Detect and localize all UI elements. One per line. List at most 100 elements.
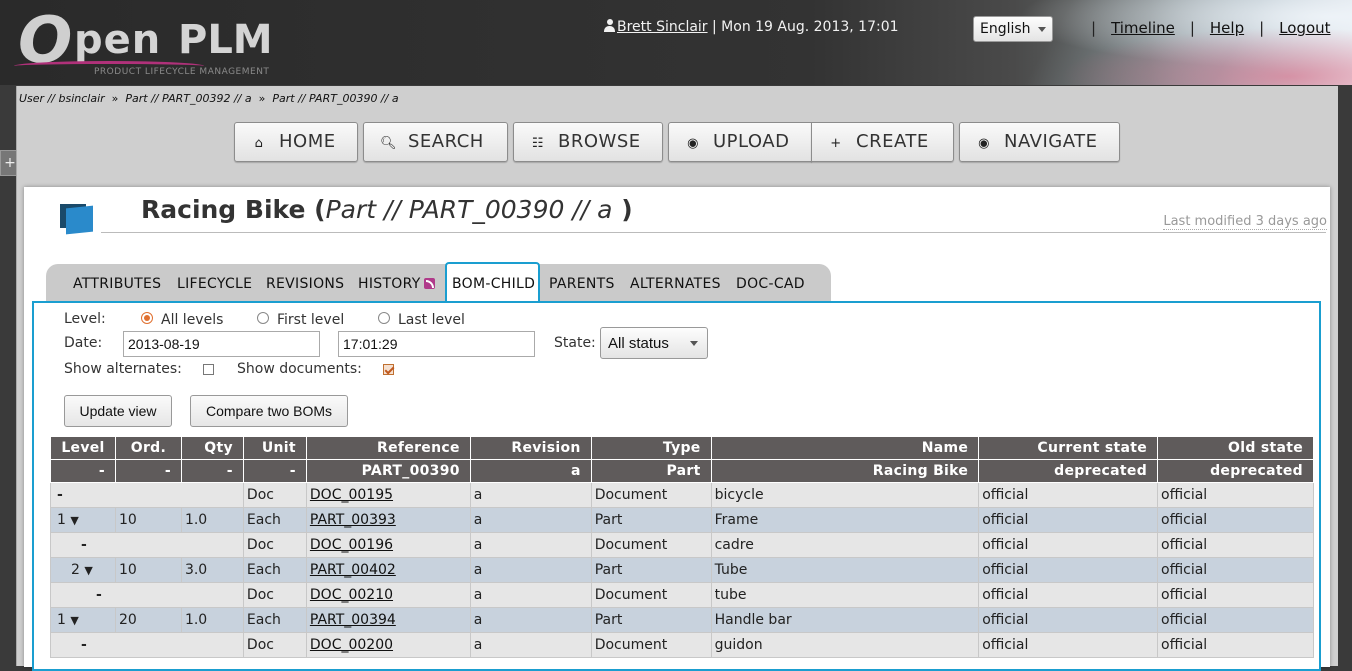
reference-link[interactable]: PART_00394 bbox=[310, 612, 396, 628]
current-cell: official bbox=[978, 482, 1159, 508]
name-cell: Tube bbox=[710, 557, 980, 583]
reference-cell: DOC_00196 bbox=[305, 532, 471, 558]
type-cell: Document bbox=[590, 632, 712, 658]
reference-link[interactable]: DOC_00196 bbox=[310, 537, 393, 553]
tab-alternates[interactable]: ALTERNATES bbox=[630, 276, 721, 292]
logo-pen: pen bbox=[74, 17, 162, 63]
current-date: | Mon 19 Aug. 2013, 17:01 bbox=[712, 19, 899, 35]
breadcrumb-item[interactable]: Part // PART_00392 // a bbox=[125, 92, 251, 105]
level-cell[interactable]: 2 ▼ bbox=[50, 557, 116, 583]
reference-link[interactable]: DOC_00195 bbox=[310, 487, 393, 503]
tab-lifecycle[interactable]: LIFECYCLE bbox=[177, 276, 252, 292]
openplm-logo[interactable]: O pen PLM PRODUCT LIFECYCLE MANAGEMENT bbox=[14, 6, 294, 81]
language-select[interactable]: English bbox=[973, 16, 1053, 42]
unit-cell: Each bbox=[242, 507, 307, 533]
tab-bom-child[interactable]: BOM-CHILD bbox=[452, 276, 535, 292]
radio-first-level[interactable] bbox=[257, 312, 269, 324]
time-input[interactable]: 17:01:29 bbox=[338, 331, 535, 357]
radio-last-level[interactable] bbox=[378, 312, 390, 324]
tab-history[interactable]: HISTORY bbox=[358, 276, 435, 292]
compare-boms-button[interactable]: Compare two BOMs bbox=[190, 395, 348, 427]
update-view-button[interactable]: Update view bbox=[64, 395, 172, 427]
logout-link[interactable]: Logout bbox=[1279, 19, 1330, 37]
chevron-down-icon bbox=[690, 341, 698, 346]
reference-cell: PART_00393 bbox=[305, 507, 471, 533]
show-alternates-checkbox[interactable] bbox=[203, 364, 214, 375]
unit-cell: Doc bbox=[242, 532, 307, 558]
revision-cell: a bbox=[469, 607, 592, 633]
tab-attributes[interactable]: ATTRIBUTES bbox=[73, 276, 161, 292]
rss-icon[interactable] bbox=[423, 278, 435, 289]
tab-revisions[interactable]: REVISIONS bbox=[266, 276, 344, 292]
revision-cell: a bbox=[469, 557, 592, 583]
upload-button[interactable]: ◉ UPLOAD bbox=[668, 122, 812, 162]
old-cell: official bbox=[1157, 607, 1314, 633]
page-title: Racing Bike (Part // PART_00390 // a ) bbox=[141, 195, 633, 224]
old-cell: official bbox=[1157, 632, 1314, 658]
browse-button[interactable]: ☷ BROWSE bbox=[513, 122, 663, 162]
collapse-triangle-icon[interactable]: ▼ bbox=[70, 514, 78, 527]
qty-cell: 1.0 bbox=[180, 607, 244, 633]
reference-link[interactable]: PART_00393 bbox=[310, 512, 396, 528]
column-header: Reference bbox=[305, 436, 471, 460]
unit-cell: Doc bbox=[242, 582, 307, 608]
tab-parents[interactable]: PARENTS bbox=[549, 276, 615, 292]
search-button[interactable]: 🔍︎ SEARCH bbox=[363, 122, 508, 162]
table-header-row: Level Ord. Qty Unit Reference Revision T… bbox=[50, 436, 1314, 460]
last-level-label: Last level bbox=[398, 312, 465, 328]
table-row: - Doc DOC_00210 a Document tube official offici… bbox=[50, 582, 1314, 608]
old-cell: official bbox=[1157, 557, 1314, 583]
column-header: Level bbox=[50, 436, 116, 460]
old-cell: official bbox=[1157, 582, 1314, 608]
home-label: HOME bbox=[279, 131, 336, 152]
user-icon bbox=[604, 19, 615, 32]
revision-cell: a bbox=[469, 532, 592, 558]
reference-link[interactable]: DOC_00210 bbox=[310, 587, 393, 603]
qty-cell: 3.0 bbox=[180, 557, 244, 583]
level-cell[interactable]: 1 ▼ bbox=[50, 607, 116, 633]
reference-cell: DOC_00200 bbox=[305, 632, 471, 658]
help-link[interactable]: Help bbox=[1210, 19, 1244, 37]
current-cell: official bbox=[978, 607, 1159, 633]
create-button[interactable]: + CREATE bbox=[811, 122, 954, 162]
name-cell: cadre bbox=[710, 532, 980, 558]
tab-doc-cad[interactable]: DOC-CAD bbox=[736, 276, 805, 292]
show-documents-checkbox[interactable] bbox=[383, 364, 394, 375]
column-header: Old state bbox=[1157, 436, 1314, 460]
eye-icon: ◉ bbox=[978, 136, 990, 151]
column-header: Current state bbox=[978, 436, 1159, 460]
title-reference: Part // PART_00390 // a bbox=[325, 195, 613, 224]
reference-cell: DOC_00195 bbox=[305, 482, 471, 508]
column-header: Unit bbox=[242, 436, 307, 460]
collapse-triangle-icon[interactable]: ▼ bbox=[70, 614, 78, 627]
user-link[interactable]: Brett Sinclair bbox=[617, 19, 708, 35]
top-links: | Timeline | Help | Logout bbox=[1091, 19, 1331, 37]
name-cell: tube bbox=[710, 582, 980, 608]
current-cell: official bbox=[978, 507, 1159, 533]
level-cell[interactable]: 1 ▼ bbox=[50, 507, 116, 533]
collapse-triangle-icon[interactable]: ▼ bbox=[84, 564, 92, 577]
navigate-button[interactable]: ◉ NAVIGATE bbox=[959, 122, 1120, 162]
current-cell: official bbox=[978, 557, 1159, 583]
browse-label: BROWSE bbox=[558, 131, 641, 152]
breadcrumb-item[interactable]: User // bsinclair bbox=[19, 92, 105, 105]
create-label: CREATE bbox=[856, 131, 929, 152]
table-row: - Doc DOC_00196 a Document cadre official offic… bbox=[50, 532, 1314, 558]
home-button[interactable]: ⌂ HOME bbox=[234, 122, 358, 162]
plus-icon: + bbox=[830, 136, 842, 151]
reference-link[interactable]: DOC_00200 bbox=[310, 637, 393, 653]
name-cell: Handle bar bbox=[710, 607, 980, 633]
state-select[interactable]: All status bbox=[600, 327, 708, 359]
breadcrumb-item[interactable]: Part // PART_00390 // a bbox=[272, 92, 398, 105]
column-header: Ord. bbox=[114, 436, 182, 460]
level-cell: - bbox=[50, 632, 244, 658]
reference-link[interactable]: PART_00402 bbox=[310, 562, 396, 578]
radio-all-levels[interactable] bbox=[141, 312, 153, 324]
column-header: Name bbox=[710, 436, 980, 460]
current-cell: official bbox=[978, 532, 1159, 558]
type-cell: Part bbox=[590, 557, 712, 583]
timeline-link[interactable]: Timeline bbox=[1111, 19, 1175, 37]
home-icon: ⌂ bbox=[254, 136, 264, 151]
old-cell: official bbox=[1157, 482, 1314, 508]
date-input[interactable]: 2013-08-19 bbox=[123, 331, 320, 357]
